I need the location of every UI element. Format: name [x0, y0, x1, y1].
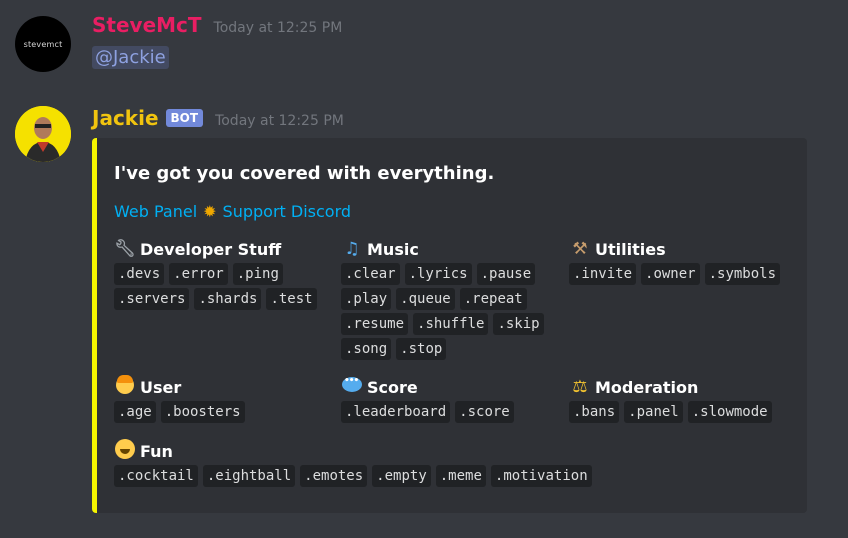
- command-code[interactable]: .boosters: [160, 401, 245, 423]
- command-code[interactable]: .play: [341, 288, 392, 310]
- musical-notes-icon: ♫: [344, 239, 360, 259]
- timestamp: Today at 12:25 PM: [213, 20, 343, 36]
- field-name: Moderation: [595, 377, 699, 397]
- avatar-text: stevemct: [23, 39, 63, 49]
- field-moderation: ⚖ Moderation .bans .panel .slowmode: [569, 376, 794, 426]
- command-code[interactable]: .invite: [569, 263, 637, 285]
- command-code[interactable]: .skip: [493, 313, 544, 335]
- avatar-jackie[interactable]: [15, 106, 71, 162]
- command-code[interactable]: .motivation: [490, 465, 592, 487]
- command-code[interactable]: .repeat: [459, 288, 527, 310]
- command-code[interactable]: .song: [341, 338, 392, 360]
- command-code[interactable]: .slowmode: [687, 401, 772, 423]
- hammer-icon: ⚒: [572, 239, 588, 259]
- command-code[interactable]: .meme: [435, 465, 486, 487]
- field-score: Score .leaderboard .score: [341, 376, 556, 426]
- command-code[interactable]: .bans: [569, 401, 620, 423]
- command-code[interactable]: .test: [266, 288, 317, 310]
- command-code[interactable]: .panel: [624, 401, 683, 423]
- user-mention[interactable]: @Jackie: [92, 46, 169, 69]
- command-code[interactable]: .pause: [476, 263, 536, 285]
- command-code[interactable]: .error: [169, 263, 228, 285]
- field-name: Fun: [140, 441, 173, 461]
- command-code[interactable]: .queue: [396, 288, 455, 310]
- bot-badge: BOT: [165, 109, 204, 127]
- laughing-icon: [115, 438, 135, 459]
- command-code[interactable]: .eightball: [202, 465, 296, 487]
- command-code[interactable]: .shards: [194, 288, 262, 310]
- field-music: ♫ Music .clear .lyrics .pause .play .que…: [341, 238, 556, 363]
- field-name: User: [140, 377, 182, 397]
- web-panel-link[interactable]: Web Panel: [114, 202, 197, 221]
- boy-icon: [116, 374, 134, 394]
- field-fun: Fun .cocktail .eightball .emotes .empty …: [114, 438, 714, 490]
- command-code[interactable]: .empty: [372, 465, 431, 487]
- rich-embed: I've got you covered with everything. We…: [92, 138, 807, 513]
- command-code[interactable]: .devs: [114, 263, 165, 285]
- command-code[interactable]: .shuffle: [413, 313, 489, 335]
- field-utilities: ⚒ Utilities .invite .owner .symbols: [569, 238, 789, 288]
- field-name: Music: [367, 239, 419, 259]
- bot-avatar-icon: [15, 106, 71, 162]
- avatar-stevemct[interactable]: stevemct: [15, 16, 71, 72]
- scales-icon: ⚖: [572, 377, 588, 397]
- message-header: Jackie BOT Today at 12:25 PM: [92, 106, 344, 130]
- username-stevemct[interactable]: SteveMcT: [92, 13, 202, 37]
- field-developer-stuff: 🔧︎ Developer Stuff .devs .error .ping .s…: [114, 238, 329, 313]
- command-code[interactable]: .age: [114, 401, 156, 423]
- username-jackie[interactable]: Jackie: [92, 106, 159, 130]
- command-code[interactable]: .owner: [641, 263, 700, 285]
- command-code[interactable]: .stop: [396, 338, 447, 360]
- speech-bubble-icon: [342, 376, 362, 392]
- command-code[interactable]: .symbols: [704, 263, 781, 285]
- command-code[interactable]: .ping: [232, 263, 283, 285]
- message-header: SteveMcT Today at 12:25 PM: [92, 13, 342, 37]
- command-code[interactable]: .cocktail: [114, 465, 198, 487]
- command-code[interactable]: .lyrics: [404, 263, 472, 285]
- embed-links: Web Panel ✹ Support Discord: [114, 202, 351, 221]
- embed-title: I've got you covered with everything.: [114, 163, 495, 184]
- command-code[interactable]: .clear: [341, 263, 400, 285]
- timestamp: Today at 12:25 PM: [215, 113, 344, 129]
- command-code[interactable]: .emotes: [300, 465, 368, 487]
- field-name: Developer Stuff: [140, 239, 282, 259]
- sun-icon: ✹: [203, 202, 217, 221]
- command-code[interactable]: .resume: [341, 313, 409, 335]
- command-code[interactable]: .score: [455, 401, 514, 423]
- command-code[interactable]: .servers: [114, 288, 190, 310]
- field-name: Utilities: [595, 239, 666, 259]
- support-discord-link[interactable]: Support Discord: [223, 202, 351, 221]
- field-user: User .age .boosters: [114, 374, 329, 426]
- wrench-icon: 🔧︎: [114, 239, 136, 259]
- command-code[interactable]: .leaderboard: [341, 401, 451, 423]
- field-name: Score: [367, 377, 418, 397]
